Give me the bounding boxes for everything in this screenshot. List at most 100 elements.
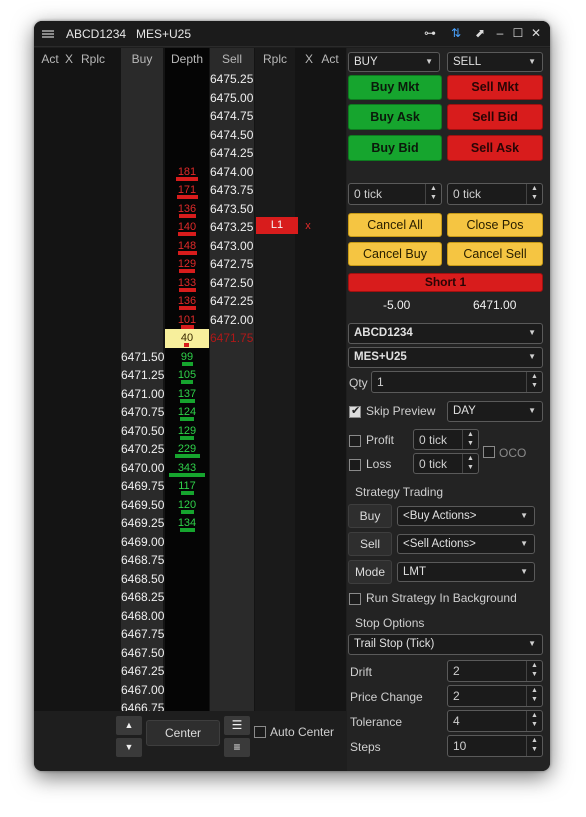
close-position-button[interactable]: Close Pos bbox=[447, 213, 543, 237]
last-price-cell[interactable]: 6471.75 bbox=[210, 329, 254, 348]
link-icon[interactable]: ⊶ bbox=[422, 25, 438, 41]
buy-offset-stepper[interactable]: 0 tick ▲ ▼ bbox=[348, 183, 442, 205]
mode-select[interactable]: LMT ▼ bbox=[397, 562, 535, 582]
buy-price-cell[interactable]: 6468.25 bbox=[121, 588, 165, 607]
center-button[interactable]: Center bbox=[146, 720, 220, 746]
sell-price-cell[interactable]: 6473.25 bbox=[210, 218, 254, 237]
buy-price-cell[interactable]: 6467.00 bbox=[121, 681, 165, 700]
minimize-icon[interactable]: – bbox=[492, 25, 508, 41]
scroll-down-button[interactable]: ▼ bbox=[116, 738, 142, 757]
buy-price-cell[interactable]: 6469.75 bbox=[121, 477, 165, 496]
buy-order-type-select[interactable]: BUY ▼ bbox=[348, 52, 440, 72]
strategy-mode-button[interactable]: Mode bbox=[348, 560, 392, 584]
sell-price-cell[interactable]: 6472.50 bbox=[210, 274, 254, 293]
sell-price-cell[interactable]: 6472.75 bbox=[210, 255, 254, 274]
cancel-sell-button[interactable]: Cancel Sell bbox=[447, 242, 543, 266]
stepper-arrows-icon[interactable]: ▲ ▼ bbox=[526, 736, 542, 756]
auto-center-checkbox[interactable] bbox=[254, 726, 266, 738]
buy-price-cell[interactable]: 6467.25 bbox=[121, 662, 165, 681]
stepper-arrows-icon[interactable]: ▲ ▼ bbox=[526, 184, 542, 204]
compress-rows-button[interactable]: ≡ bbox=[224, 738, 250, 757]
profit-stepper[interactable]: 0 tick ▲ ▼ bbox=[413, 429, 479, 450]
header-rplc-right: Rplc bbox=[262, 52, 287, 66]
sell-bid-button[interactable]: Sell Bid bbox=[447, 104, 543, 130]
price-change-stepper[interactable]: 2 ▲ ▼ bbox=[447, 685, 543, 707]
buy-price-cell[interactable]: 6467.50 bbox=[121, 644, 165, 663]
expand-rows-button[interactable]: ☰ bbox=[224, 716, 250, 735]
buy-price-cell[interactable]: 6468.50 bbox=[121, 570, 165, 589]
buy-price-cell[interactable]: 6468.00 bbox=[121, 607, 165, 626]
buy-price-cell[interactable]: 6467.75 bbox=[121, 625, 165, 644]
buy-price-cell[interactable]: 6471.00 bbox=[121, 385, 165, 404]
price-ladder[interactable]: Act X Rplc Buy Depth Sell Rplc X Act 647… bbox=[34, 48, 346, 715]
stepper-arrows-icon[interactable]: ▲ ▼ bbox=[462, 430, 478, 449]
sell-price-cell[interactable]: 6475.00 bbox=[210, 89, 254, 108]
buy-market-button[interactable]: Buy Mkt bbox=[348, 75, 442, 100]
sell-price-cell[interactable]: 6474.25 bbox=[210, 144, 254, 163]
stepper-arrows-icon[interactable]: ▲ ▼ bbox=[526, 686, 542, 706]
buy-price-cell[interactable]: 6469.00 bbox=[121, 533, 165, 552]
sell-depth-bar bbox=[178, 306, 196, 310]
sell-price-cell[interactable]: 6472.00 bbox=[210, 311, 254, 330]
loss-checkbox[interactable] bbox=[349, 459, 361, 471]
sell-order-type-select[interactable]: SELL ▼ bbox=[447, 52, 543, 72]
sell-offset-stepper[interactable]: 0 tick ▲ ▼ bbox=[447, 183, 543, 205]
menu-grip-icon[interactable] bbox=[42, 30, 54, 38]
run-in-background-checkbox[interactable] bbox=[349, 593, 361, 605]
sort-icon[interactable]: ⇅ bbox=[448, 25, 464, 41]
stepper-arrows-icon[interactable]: ▲ ▼ bbox=[526, 711, 542, 731]
pin-icon[interactable]: ⬈ bbox=[472, 25, 488, 41]
strategy-sell-button[interactable]: Sell bbox=[348, 532, 392, 556]
stepper-arrows-icon[interactable]: ▲ ▼ bbox=[462, 454, 478, 473]
stepper-arrows-icon[interactable]: ▲ ▼ bbox=[425, 184, 441, 204]
sell-market-button[interactable]: Sell Mkt bbox=[447, 75, 543, 100]
buy-price-cell[interactable]: 6469.50 bbox=[121, 496, 165, 515]
buy-price-cell[interactable]: 6470.25 bbox=[121, 440, 165, 459]
time-in-force-select[interactable]: DAY ▼ bbox=[447, 401, 543, 422]
sell-price-cell[interactable]: 6473.00 bbox=[210, 237, 254, 256]
sell-price-cell[interactable]: 6473.50 bbox=[210, 200, 254, 219]
sell-price-cell[interactable]: 6472.25 bbox=[210, 292, 254, 311]
buy-price-cell[interactable]: 6471.25 bbox=[121, 366, 165, 385]
tolerance-stepper[interactable]: 4 ▲ ▼ bbox=[447, 710, 543, 732]
buy-price-cell[interactable]: 6470.00 bbox=[121, 459, 165, 478]
stepper-arrows-icon[interactable]: ▲ ▼ bbox=[526, 372, 542, 392]
drift-stepper[interactable]: 2 ▲ ▼ bbox=[447, 660, 543, 682]
stepper-arrows-icon[interactable]: ▲ ▼ bbox=[526, 661, 542, 681]
close-icon[interactable]: ✕ bbox=[528, 25, 544, 41]
account-select[interactable]: ABCD1234 ▼ bbox=[348, 323, 543, 344]
position-status-bar[interactable]: Short 1 bbox=[348, 273, 543, 292]
sell-actions-select[interactable]: <Sell Actions> ▼ bbox=[397, 534, 535, 554]
cancel-buy-button[interactable]: Cancel Buy bbox=[348, 242, 442, 266]
sell-replace-column[interactable] bbox=[255, 48, 295, 711]
buy-bid-button[interactable]: Buy Bid bbox=[348, 135, 442, 161]
buy-price-cell[interactable]: 6469.25 bbox=[121, 514, 165, 533]
buy-ask-button[interactable]: Buy Ask bbox=[348, 104, 442, 130]
quantity-stepper[interactable]: 1 ▲ ▼ bbox=[371, 371, 543, 393]
strategy-buy-button[interactable]: Buy bbox=[348, 504, 392, 528]
cancel-order-icon[interactable]: x bbox=[303, 217, 313, 236]
buy-price-cell[interactable]: 6470.50 bbox=[121, 422, 165, 441]
buy-price-cell[interactable]: 6468.75 bbox=[121, 551, 165, 570]
profit-checkbox[interactable] bbox=[349, 435, 361, 447]
sell-price-cell[interactable]: 6474.50 bbox=[210, 126, 254, 145]
sell-price-cell[interactable]: 6473.75 bbox=[210, 181, 254, 200]
maximize-icon[interactable]: ☐ bbox=[510, 25, 526, 41]
sell-price-cell[interactable]: 6474.00 bbox=[210, 163, 254, 182]
buy-price-cell[interactable]: 6470.75 bbox=[121, 403, 165, 422]
skip-preview-checkbox[interactable] bbox=[349, 404, 361, 418]
cancel-all-button[interactable]: Cancel All bbox=[348, 213, 442, 237]
steps-stepper[interactable]: 10 ▲ ▼ bbox=[447, 735, 543, 757]
buy-actions-select[interactable]: <Buy Actions> ▼ bbox=[397, 506, 535, 526]
scroll-up-button[interactable]: ▲ bbox=[116, 716, 142, 735]
sell-price-cell[interactable]: 6474.75 bbox=[210, 107, 254, 126]
working-order-marker[interactable]: L1 bbox=[256, 217, 298, 234]
loss-stepper[interactable]: 0 tick ▲ ▼ bbox=[413, 453, 479, 474]
buy-price-cell[interactable]: 6471.50 bbox=[121, 348, 165, 367]
stop-type-select[interactable]: Trail Stop (Tick) ▼ bbox=[348, 634, 543, 655]
sell-ask-button[interactable]: Sell Ask bbox=[447, 135, 543, 161]
sell-depth-bar bbox=[177, 250, 197, 255]
oco-checkbox[interactable] bbox=[483, 446, 495, 458]
sell-price-cell[interactable]: 6475.25 bbox=[210, 70, 254, 89]
instrument-select[interactable]: MES+U25 ▼ bbox=[348, 347, 543, 368]
